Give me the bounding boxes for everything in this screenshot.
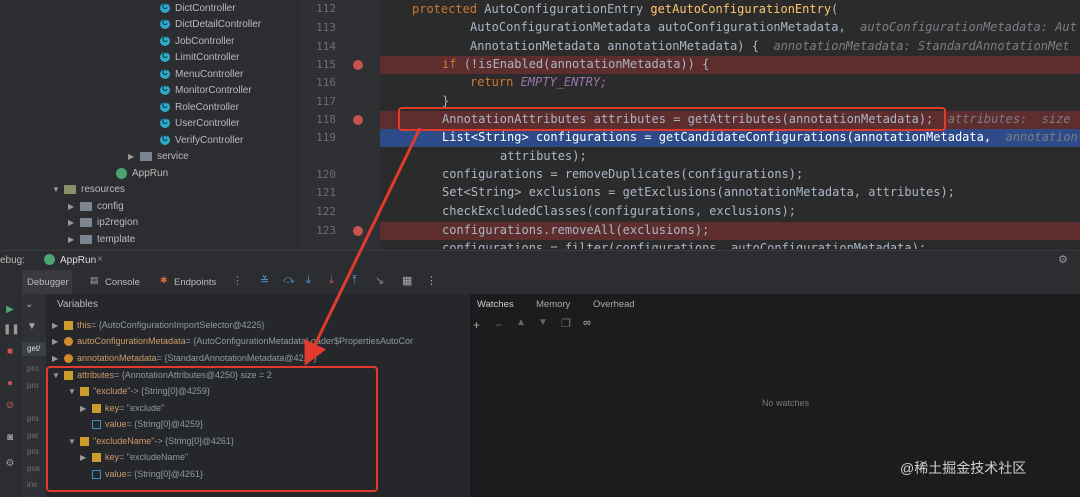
- annotation-arrow: [304, 127, 422, 366]
